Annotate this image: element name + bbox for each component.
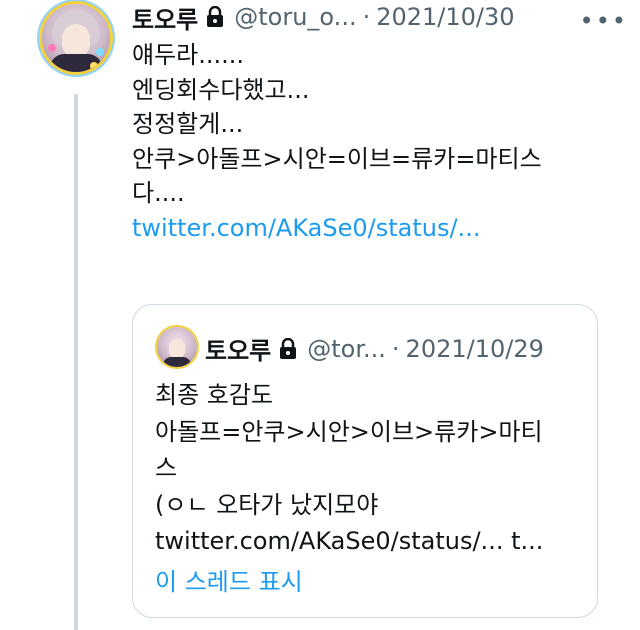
tweet-body: 얘두라...... 엔딩회수다했고... 정정할게... 안쿠>아돌프>시안=이…	[132, 38, 542, 245]
thread-connector-line	[74, 94, 78, 630]
quoted-tweet-body: 최종 호감도 아돌프=안쿠>시안>이브>류카>마티 스 (ㅇㄴ 오타가 났지모야…	[155, 377, 543, 560]
tweet-text-line: 엔딩회수다했고...	[132, 75, 310, 104]
quoted-text-line: 아돌프=안쿠>시안>이브>류카>마티	[155, 417, 543, 446]
avatar-sparkle	[90, 62, 98, 70]
quoted-avatar-face	[169, 339, 185, 359]
quoted-header-separator: ·	[391, 334, 400, 363]
quoted-avatar-coat	[163, 357, 191, 367]
quoted-author-handle: @tor...	[307, 334, 386, 363]
author-handle[interactable]: @toru_o...	[234, 3, 356, 31]
quoted-tweet-card[interactable]: 토오루 @tor... · 2021/10/29 최종 호감도 아돌프=안쿠>시…	[132, 304, 598, 618]
tweet-date[interactable]: 2021/10/30	[376, 3, 514, 31]
avatar-sparkle	[48, 44, 56, 52]
more-icon[interactable]: •••	[580, 7, 628, 35]
tweet-text-line: 다....	[132, 179, 185, 207]
avatar[interactable]	[42, 4, 110, 72]
quoted-text-line: twitter.com/AKaSe0/status/... t...	[155, 527, 544, 555]
header-separator: ·	[362, 3, 371, 31]
tweet-text-line: 얘두라......	[132, 41, 245, 69]
lock-icon	[206, 6, 224, 28]
quoted-author-name: 토오루	[205, 337, 272, 365]
tweet-header: 토오루 @toru_o... · 2021/10/30	[132, 0, 620, 35]
show-thread-link[interactable]: 이 스레드 표시	[155, 562, 303, 597]
quoted-text-line: 최종 호감도	[155, 381, 274, 409]
quoted-tweet-header: 토오루 @tor... · 2021/10/29	[205, 331, 544, 366]
author-name[interactable]: 토오루	[132, 0, 198, 35]
avatar-sparkle	[96, 48, 104, 56]
quoted-avatar[interactable]	[157, 327, 197, 367]
avatar-face	[62, 24, 90, 58]
tweet-text-line: 정정할게...	[132, 110, 244, 138]
quoted-text-line: (ㅇㄴ 오타가 났지모야	[155, 490, 379, 519]
tweet-link[interactable]: twitter.com/AKaSe0/status/...	[132, 211, 542, 246]
quoted-tweet-date: 2021/10/29	[405, 334, 544, 363]
tweet-text-line: 안쿠>아돌프>시안=이브=류카=마티스	[132, 144, 542, 173]
quoted-text-line: 스	[155, 454, 178, 482]
lock-icon	[279, 337, 297, 360]
